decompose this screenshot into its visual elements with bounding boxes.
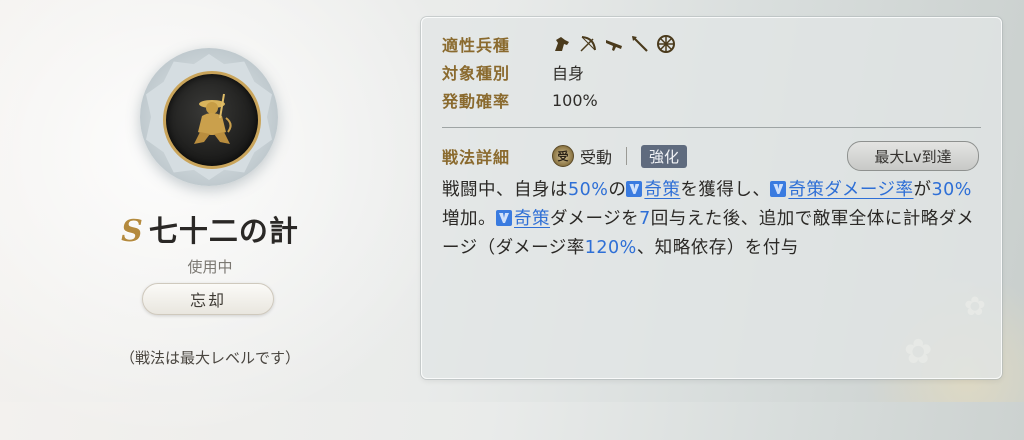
stratagem-icon: [496, 210, 512, 226]
desc-text: を獲得し、: [680, 180, 771, 200]
skill-details-panel: 適性兵種 対象種別 自身 発動確率 100% 戦法詳細 受 受動 強化 最大Lv…: [421, 17, 1002, 379]
target-type-row: 対象種別 自身: [442, 60, 584, 84]
separator: [626, 147, 628, 165]
shield-icon: [657, 35, 675, 53]
rank-badge: S: [121, 214, 143, 249]
desc-value: 120%: [584, 238, 637, 258]
forget-button[interactable]: 忘却: [142, 283, 274, 315]
usage-status: 使用中: [187, 258, 233, 276]
stratagem-keyword-link[interactable]: 奇策: [644, 180, 680, 200]
desc-text: 、知略依存）を付与: [636, 238, 799, 258]
passive-icon: 受: [552, 145, 574, 167]
rifle-icon: [606, 40, 622, 51]
target-type-label: 対象種別: [442, 64, 511, 83]
stratagem-damage-keyword-link[interactable]: 奇策ダメージ率: [788, 180, 913, 200]
tactic-detail-row: 戦法詳細 受 受動 強化: [442, 144, 688, 168]
desc-value: 7: [639, 209, 651, 229]
desc-text: 戦闘中、自身は: [442, 180, 568, 200]
max-level-note: （戦法は最大レベルです）: [119, 349, 300, 367]
skill-emblem: [140, 48, 278, 186]
section-divider: [442, 127, 981, 128]
skill-title: S 七十二の計: [100, 208, 320, 250]
desc-value: 30%: [931, 180, 972, 200]
tactic-description: 戦闘中、自身は50%の 奇策を獲得し、 奇策ダメージ率が30%増加。 奇策ダメージを7…: [442, 176, 987, 263]
activation-rate-label: 発動確率: [442, 92, 511, 111]
tactic-type-value: 受動: [580, 148, 613, 167]
activation-rate-row: 発動確率 100%: [442, 88, 598, 112]
troop-type-row: 適性兵種: [442, 32, 676, 56]
troop-type-label: 適性兵種: [442, 36, 511, 55]
spear-icon: [632, 36, 648, 52]
desc-value: 50%: [568, 180, 609, 200]
tactic-detail-label: 戦法詳細: [442, 148, 511, 167]
desc-text: が: [913, 180, 932, 200]
strategist-figure-icon: [194, 93, 232, 144]
max-level-badge: 最大Lv到達: [847, 141, 979, 171]
troop-type-icons: [552, 34, 676, 54]
bow-icon: [580, 36, 596, 52]
stratagem-icon: [626, 181, 643, 197]
desc-text: 増加。: [442, 209, 496, 229]
boost-tag: 強化: [641, 144, 688, 168]
desc-text: ダメージを: [550, 209, 640, 229]
activation-rate-value: 100%: [552, 90, 598, 110]
stratagem-keyword-link[interactable]: 奇策: [514, 209, 550, 229]
target-type-value: 自身: [552, 64, 585, 83]
cavalry-icon: [555, 37, 569, 51]
stratagem-icon: [770, 181, 787, 197]
skill-name: 七十二の計: [148, 214, 299, 248]
desc-text: の: [608, 180, 627, 200]
